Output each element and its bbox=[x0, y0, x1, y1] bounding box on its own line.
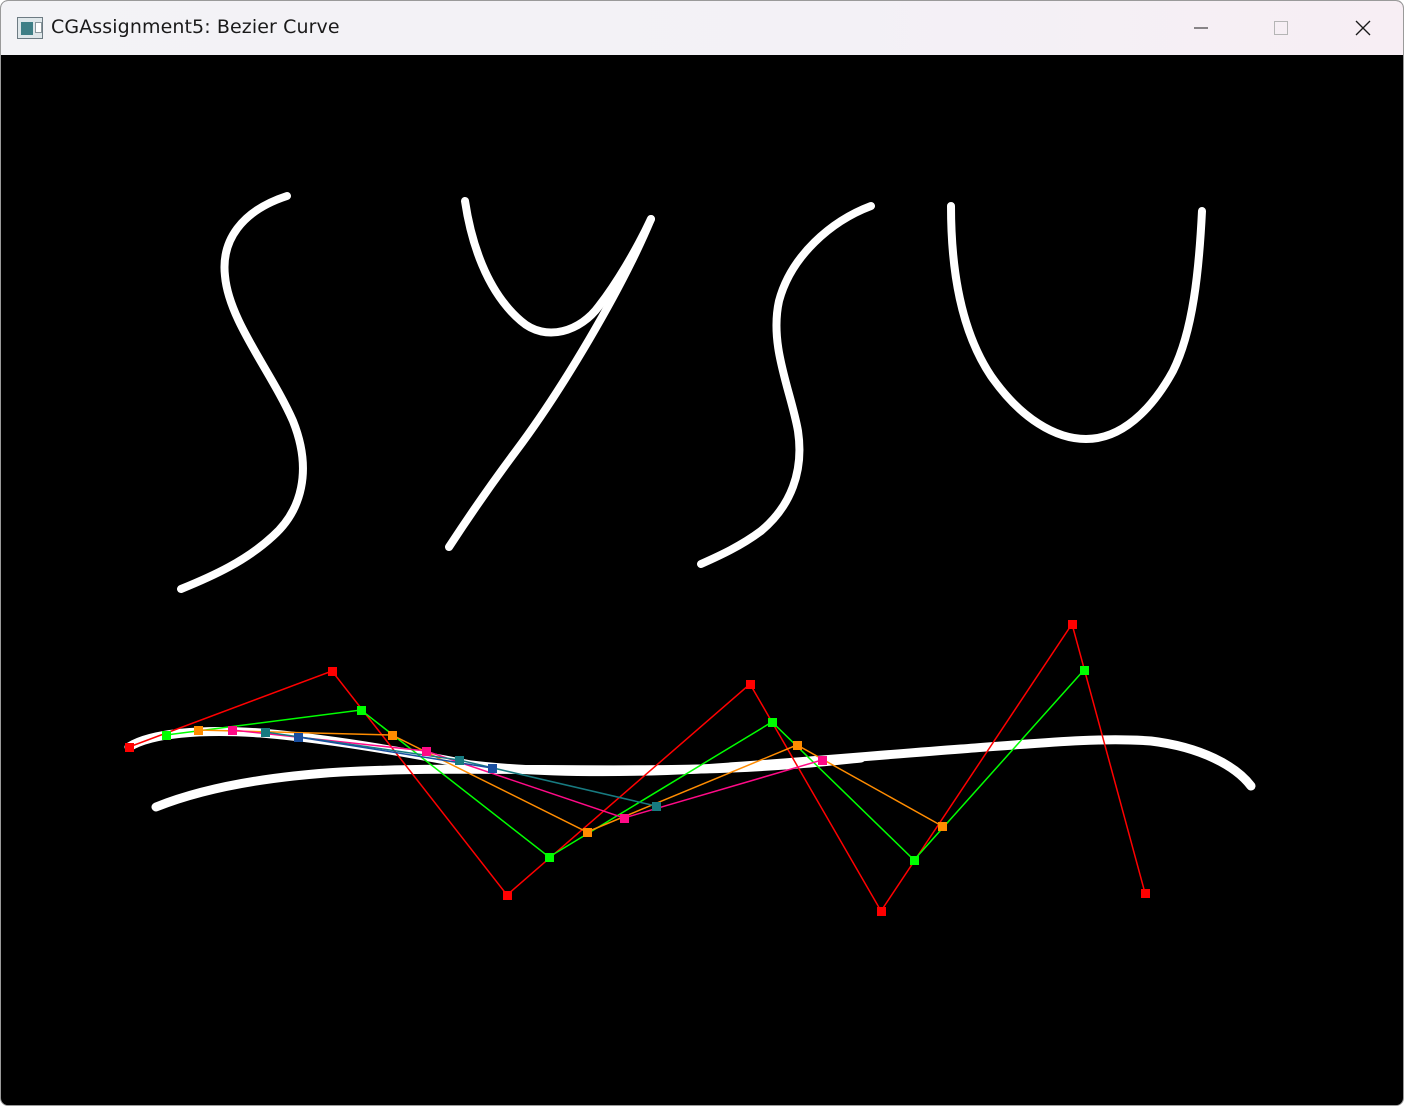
control-point[interactable] bbox=[503, 891, 512, 900]
control-polygon-level-2 bbox=[197, 729, 943, 833]
control-point bbox=[768, 718, 777, 727]
handwritten-letter-y bbox=[461, 197, 655, 337]
control-point bbox=[818, 756, 827, 765]
control-point bbox=[194, 726, 203, 735]
control-point bbox=[793, 741, 802, 750]
drawing-surface bbox=[124, 192, 1256, 916]
control-point bbox=[488, 764, 497, 773]
handwritten-letter-u bbox=[947, 202, 1206, 444]
title-bar[interactable]: CGAssignment5: Bezier Curve bbox=[1, 1, 1403, 55]
control-point bbox=[422, 747, 431, 756]
minimize-button[interactable] bbox=[1161, 1, 1241, 55]
control-point[interactable] bbox=[746, 680, 755, 689]
window-title: CGAssignment5: Bezier Curve bbox=[51, 16, 340, 38]
maximize-button[interactable] bbox=[1241, 1, 1321, 55]
control-point bbox=[583, 828, 592, 837]
app-window: CGAssignment5: Bezier Curve bbox=[0, 0, 1404, 1106]
control-point bbox=[652, 802, 661, 811]
control-point[interactable] bbox=[877, 907, 886, 916]
handwritten-letter-s-2 bbox=[697, 202, 875, 568]
control-point bbox=[294, 733, 303, 742]
maximize-icon bbox=[1274, 21, 1288, 35]
control-point[interactable] bbox=[1141, 889, 1150, 898]
minimize-icon bbox=[1194, 27, 1208, 29]
control-point[interactable] bbox=[1068, 620, 1077, 629]
control-point bbox=[357, 706, 366, 715]
control-point[interactable] bbox=[328, 667, 337, 676]
control-point bbox=[1080, 666, 1089, 675]
control-point bbox=[228, 726, 237, 735]
control-point bbox=[938, 822, 947, 831]
handwritten-letter-s-1 bbox=[177, 192, 307, 593]
control-point bbox=[545, 853, 554, 862]
control-point bbox=[455, 756, 464, 765]
close-icon bbox=[1355, 20, 1371, 36]
control-point bbox=[388, 731, 397, 740]
drawing-canvas[interactable] bbox=[4, 56, 1401, 1105]
control-point bbox=[261, 728, 270, 737]
close-button[interactable] bbox=[1323, 1, 1403, 55]
control-polygon-level-1 bbox=[165, 669, 1085, 862]
control-point bbox=[162, 731, 171, 740]
control-point bbox=[620, 814, 629, 823]
control-point[interactable] bbox=[125, 743, 134, 752]
control-point bbox=[910, 856, 919, 865]
app-window-icon bbox=[17, 17, 43, 39]
